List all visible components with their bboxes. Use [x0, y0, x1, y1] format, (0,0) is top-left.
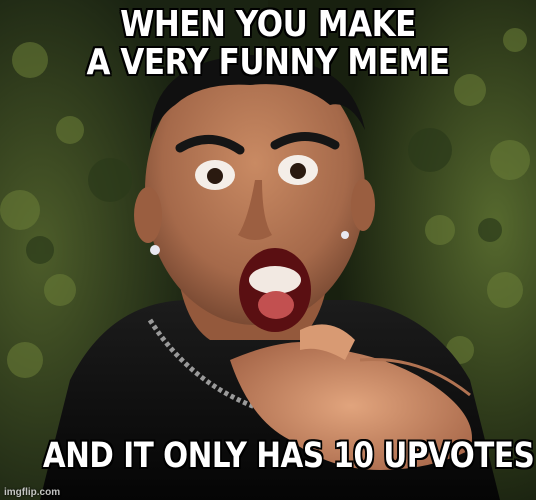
bottom-caption: AND IT ONLY HAS 10 UPVOTES — [42, 436, 536, 476]
top-caption-line-2: A VERY FUNNY MEME — [86, 41, 451, 83]
meme-image: WHEN YOU MAKE A VERY FUNNY MEME AND IT O… — [0, 0, 536, 500]
top-caption: WHEN YOU MAKE A VERY FUNNY MEME — [38, 4, 499, 83]
watermark: imgflip.com — [4, 487, 61, 498]
top-caption-line-1: WHEN YOU MAKE — [119, 4, 417, 45]
